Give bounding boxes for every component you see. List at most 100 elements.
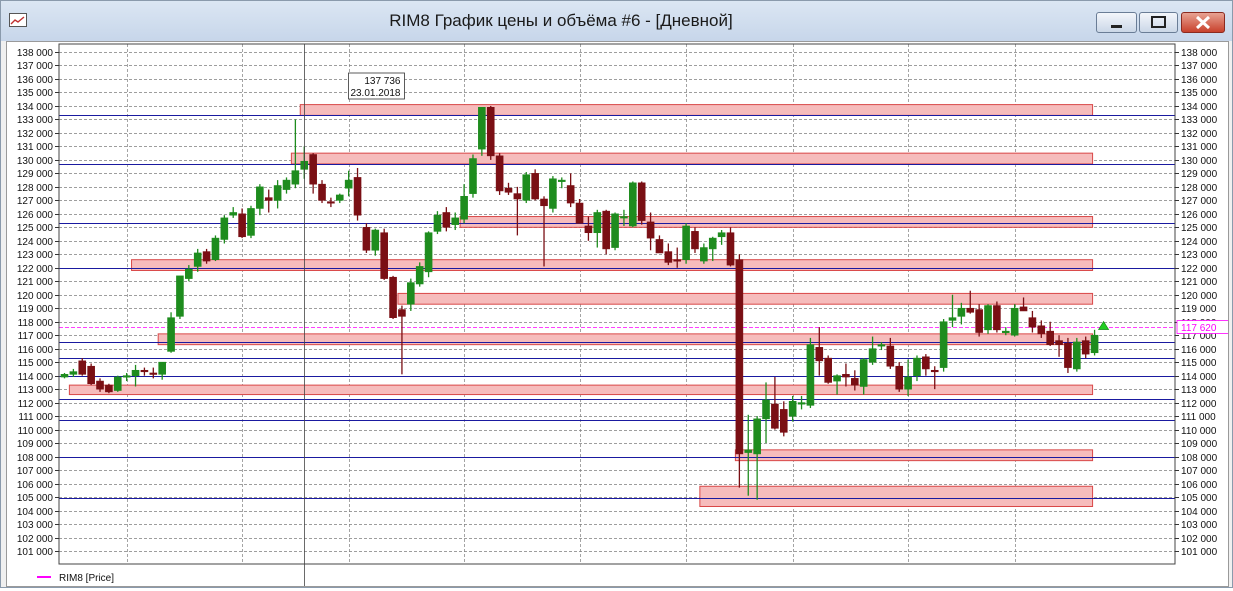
candle (353, 167, 362, 221)
y-tick-label-right: 102 000 (1181, 534, 1218, 545)
candle-body (415, 266, 424, 285)
candle-body (779, 409, 788, 433)
candle-body (273, 185, 282, 201)
y-tick-label-right: 136 000 (1181, 75, 1218, 86)
candle-body (522, 174, 531, 201)
candle (975, 304, 983, 337)
y-tick-label-right: 105 000 (1181, 493, 1218, 504)
candle-body (1010, 307, 1019, 336)
y-tick-label-right: 120 000 (1181, 291, 1218, 302)
candle-body (557, 179, 566, 182)
candle-body (1046, 330, 1054, 345)
y-tick-label-right: 113 000 (1181, 385, 1217, 396)
candle (735, 254, 744, 488)
y-tick-label-right: 104 000 (1181, 507, 1218, 518)
y-tick-label-right: 107 000 (1181, 466, 1218, 477)
y-tick-label-right: 110 000 (1181, 426, 1217, 437)
candle-body (833, 375, 841, 382)
candle (655, 235, 664, 254)
candle-body (877, 344, 886, 347)
maximize-button[interactable] (1139, 12, 1178, 33)
candle-body (913, 357, 921, 376)
candle-body (646, 221, 655, 239)
candle (602, 209, 610, 255)
candle-body (993, 305, 1001, 331)
candle-body (371, 229, 380, 251)
candle (806, 337, 815, 409)
candle-body (771, 403, 779, 429)
y-tick-label-right: 108 000 (1181, 453, 1218, 464)
candle (531, 169, 539, 201)
candle-body (753, 418, 761, 455)
candle-body (708, 237, 717, 250)
candle-body (531, 173, 539, 200)
candle-body (247, 208, 255, 236)
candle-body (442, 212, 451, 228)
candle-body (504, 187, 513, 193)
minimize-button[interactable] (1096, 12, 1137, 33)
candle (637, 181, 646, 225)
candle-body (859, 359, 868, 387)
y-tick-label-right: 132 000 (1181, 129, 1218, 140)
candle-body (193, 252, 202, 267)
candle-body (744, 449, 753, 453)
candle (993, 301, 1001, 333)
y-tick-label-left: 114 000 (18, 372, 54, 383)
candle-body (433, 214, 442, 232)
title-bar[interactable]: RIM8 График цены и объёма #6 - [Дневной] (1, 1, 1232, 41)
candle-body (486, 106, 495, 157)
y-tick-label-right: 114 000 (1181, 372, 1217, 383)
candle-body (904, 376, 912, 390)
y-tick-label-left: 136 000 (17, 75, 54, 86)
y-tick-label-right: 137 000 (1181, 61, 1218, 72)
candle (87, 363, 95, 386)
candle-body (318, 183, 326, 201)
candle (158, 361, 166, 380)
candle (389, 275, 397, 320)
candle (451, 212, 460, 231)
price-zone (734, 449, 1094, 462)
candle (495, 153, 504, 195)
candle (380, 228, 388, 280)
candle (69, 368, 78, 378)
y-tick-label-left: 129 000 (17, 169, 54, 180)
y-tick-label-left: 123 000 (17, 250, 54, 261)
y-tick-label-left: 116 000 (18, 345, 54, 356)
candle (238, 208, 246, 239)
candle-body (167, 317, 175, 352)
price-chart-area[interactable]: 101 000 101 000 102 000 102 000 103 000 103 0… (6, 41, 1230, 587)
candle (273, 180, 282, 209)
y-tick-label-right: 135 000 (1181, 88, 1218, 99)
candle-body (868, 348, 877, 363)
candle (717, 230, 726, 245)
candle (318, 180, 326, 204)
candle (939, 319, 948, 372)
candle-body (549, 178, 557, 209)
candle (664, 243, 673, 266)
candle-body (344, 179, 353, 189)
y-tick-label-left: 133 000 (17, 115, 54, 126)
last-price-label: 117 620 (1181, 323, 1217, 334)
candle-body (87, 365, 95, 385)
candle-body (398, 309, 406, 317)
candle-body (478, 106, 486, 150)
price-zone (68, 384, 1094, 396)
candle (247, 205, 255, 239)
tooltip-date: 23.01.2018 (350, 88, 400, 99)
candle-body (1055, 340, 1063, 345)
price-zone (397, 292, 1094, 305)
candle-body (113, 376, 122, 391)
candle-body (264, 197, 273, 201)
y-tick-label-left: 137 000 (17, 61, 54, 72)
candle-body (380, 232, 388, 279)
candle (131, 364, 140, 387)
candle-body (353, 177, 362, 216)
candle (140, 367, 149, 376)
price-chart[interactable]: 101 000 101 000 102 000 102 000 103 000 103 0… (7, 42, 1230, 586)
candle-body (637, 182, 646, 221)
y-tick-label-right: 126 000 (1181, 210, 1218, 221)
candle-body (1081, 340, 1090, 355)
candle-body (566, 185, 575, 204)
candle-body (158, 361, 166, 375)
close-button[interactable] (1181, 12, 1225, 33)
